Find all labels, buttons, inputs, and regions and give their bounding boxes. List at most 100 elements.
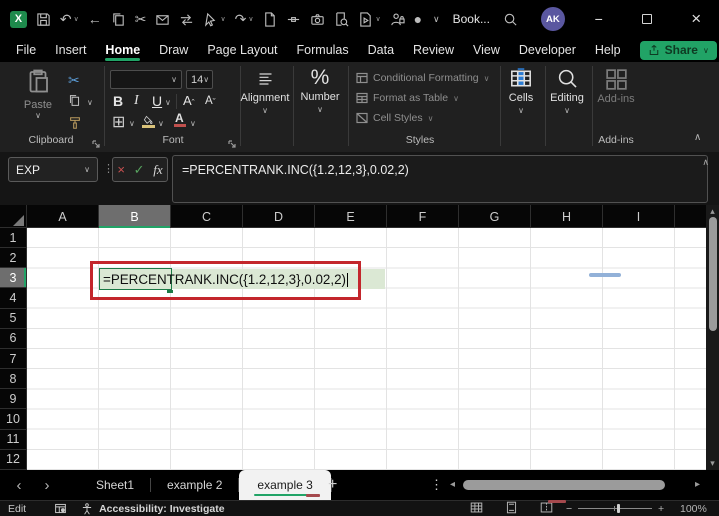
row-header-4[interactable]: 4 bbox=[0, 288, 26, 309]
replace-icon[interactable] bbox=[179, 12, 194, 27]
sheet-nav-right-icon[interactable]: › bbox=[34, 470, 60, 500]
column-header-c[interactable]: C bbox=[171, 205, 243, 228]
vertical-scrollbar[interactable]: ▴ ▾ bbox=[706, 205, 719, 470]
email-icon[interactable] bbox=[155, 12, 170, 27]
new-file-icon[interactable] bbox=[262, 11, 277, 27]
tab-page-layout[interactable]: Page Layout bbox=[207, 38, 277, 62]
row-header-6[interactable]: 6 bbox=[0, 329, 26, 349]
addins-button[interactable]: Add-ins bbox=[593, 68, 639, 105]
column-header-d[interactable]: D bbox=[243, 205, 315, 228]
collapse-formula-bar-icon[interactable]: ∧ bbox=[702, 157, 709, 168]
scroll-down-icon[interactable]: ▾ bbox=[706, 458, 719, 469]
column-header-b[interactable]: B bbox=[99, 205, 171, 228]
tab-home[interactable]: Home bbox=[105, 38, 140, 62]
camera-icon[interactable] bbox=[310, 12, 325, 27]
scroll-right-icon[interactable]: ▸ bbox=[695, 479, 700, 490]
maximize-button[interactable] bbox=[633, 4, 663, 34]
format-as-table-button[interactable]: Format as Table ∨ bbox=[356, 92, 459, 104]
collapse-ribbon-icon[interactable]: ∧ bbox=[694, 132, 701, 143]
share-button[interactable]: Share ∨ bbox=[639, 40, 717, 60]
format-painter-button[interactable] bbox=[68, 116, 82, 135]
tab-formulas[interactable]: Formulas bbox=[297, 38, 349, 62]
insert-function-icon[interactable]: fx bbox=[153, 162, 162, 178]
scroll-left-icon[interactable]: ◂ bbox=[450, 479, 455, 490]
account-avatar[interactable]: AK bbox=[540, 7, 565, 31]
row-header-12[interactable]: 12 bbox=[0, 450, 26, 470]
row-header-3[interactable]: 3 bbox=[0, 268, 26, 289]
fill-color-chevron-icon[interactable]: ∨ bbox=[158, 119, 164, 128]
column-header-e[interactable]: E bbox=[315, 205, 387, 228]
sheet-tab-example-2[interactable]: example 2 bbox=[151, 470, 238, 500]
bold-button[interactable]: B bbox=[113, 93, 123, 109]
normal-view-icon[interactable] bbox=[470, 501, 483, 516]
scroll-up-icon[interactable]: ▴ bbox=[706, 206, 719, 217]
sheet-nav-left-icon[interactable]: ‹ bbox=[6, 470, 32, 500]
tab-developer[interactable]: Developer bbox=[519, 38, 576, 62]
row-header-10[interactable]: 10 bbox=[0, 409, 26, 430]
column-header-g[interactable]: G bbox=[459, 205, 531, 228]
column-header-h[interactable]: H bbox=[531, 205, 603, 228]
zoom-slider-track[interactable] bbox=[578, 508, 652, 509]
page-layout-view-icon[interactable] bbox=[505, 501, 518, 516]
horizontal-scrollbar-thumb[interactable] bbox=[463, 480, 665, 490]
font-name-combo[interactable]: ∨ bbox=[110, 70, 182, 89]
font-size-combo[interactable]: 14 ∨ bbox=[186, 70, 213, 89]
tab-draw[interactable]: Draw bbox=[159, 38, 188, 62]
vertical-scrollbar-thumb[interactable] bbox=[708, 217, 717, 331]
tab-help[interactable]: Help bbox=[595, 38, 621, 62]
excel-logo-icon[interactable]: X bbox=[10, 10, 27, 28]
redo-chevron-icon[interactable]: ∨ bbox=[248, 16, 253, 23]
row-header-1[interactable]: 1 bbox=[0, 228, 26, 249]
row-header-2[interactable]: 2 bbox=[0, 248, 26, 269]
new-sheet-button[interactable]: + bbox=[328, 470, 337, 500]
zoom-level[interactable]: 100% bbox=[680, 501, 707, 516]
tab-data[interactable]: Data bbox=[368, 38, 394, 62]
underline-chevron-icon[interactable]: ∨ bbox=[165, 98, 171, 107]
copy-icon[interactable] bbox=[111, 12, 126, 27]
tab-file[interactable]: File bbox=[16, 38, 36, 62]
row-header-11[interactable]: 11 bbox=[0, 430, 26, 450]
row-header-8[interactable]: 8 bbox=[0, 369, 26, 390]
name-box[interactable]: EXP ∨ bbox=[8, 157, 98, 182]
copy-button[interactable] bbox=[68, 94, 81, 112]
column-header-a[interactable]: A bbox=[27, 205, 99, 228]
enter-icon[interactable]: ✓ bbox=[134, 162, 145, 178]
column-header-i[interactable]: I bbox=[603, 205, 675, 228]
touch-mode-icon[interactable]: ∨ bbox=[203, 12, 226, 27]
cells-group-button[interactable]: Cells ∨ bbox=[498, 68, 544, 115]
minimize-button[interactable]: − bbox=[584, 4, 614, 34]
row-header-9[interactable]: 9 bbox=[0, 389, 26, 410]
sheet-options-icon[interactable]: ⋮ bbox=[430, 470, 443, 500]
tab-review[interactable]: Review bbox=[413, 38, 454, 62]
font-color-button[interactable]: A bbox=[174, 111, 186, 127]
search-icon[interactable] bbox=[503, 12, 518, 27]
column-header-f[interactable]: F bbox=[387, 205, 459, 228]
cut-icon[interactable]: ✂ bbox=[135, 12, 147, 26]
zoom-slider-thumb[interactable] bbox=[617, 504, 620, 513]
record-icon[interactable]: ● bbox=[414, 12, 422, 26]
qat-overflow-icon[interactable]: ∨ bbox=[433, 14, 440, 24]
borders-button[interactable]: ⊞ bbox=[112, 112, 125, 132]
select-all-button[interactable] bbox=[0, 205, 27, 228]
column-header-partial[interactable] bbox=[675, 205, 706, 228]
touch-mode-chevron-icon[interactable]: ∨ bbox=[220, 16, 225, 23]
permissions-icon[interactable] bbox=[390, 12, 405, 27]
present-chevron-icon[interactable]: ∨ bbox=[375, 16, 380, 23]
cut-button[interactable]: ✂ bbox=[68, 72, 80, 89]
close-button[interactable]: × bbox=[681, 4, 711, 34]
underline-button[interactable]: U bbox=[152, 93, 162, 109]
tab-insert[interactable]: Insert bbox=[55, 38, 86, 62]
back-icon[interactable]: ← bbox=[88, 12, 102, 26]
font-color-chevron-icon[interactable]: ∨ bbox=[190, 119, 196, 128]
undo-icon[interactable]: ↶ ∨ bbox=[60, 12, 79, 26]
conditional-formatting-button[interactable]: Conditional Formatting ∨ bbox=[356, 72, 490, 84]
cancel-icon[interactable]: × bbox=[117, 162, 125, 177]
tab-view[interactable]: View bbox=[473, 38, 500, 62]
number-group-button[interactable]: % Number ∨ bbox=[297, 66, 343, 114]
fill-color-button[interactable] bbox=[142, 113, 155, 131]
copy-chevron-icon[interactable]: ∨ bbox=[87, 98, 93, 107]
sheet-tab-sheet1[interactable]: Sheet1 bbox=[80, 470, 150, 500]
decrease-font-button[interactable]: Aˇ bbox=[205, 95, 216, 107]
borders-chevron-icon[interactable]: ∨ bbox=[129, 119, 135, 128]
italic-button[interactable]: I bbox=[134, 93, 139, 109]
